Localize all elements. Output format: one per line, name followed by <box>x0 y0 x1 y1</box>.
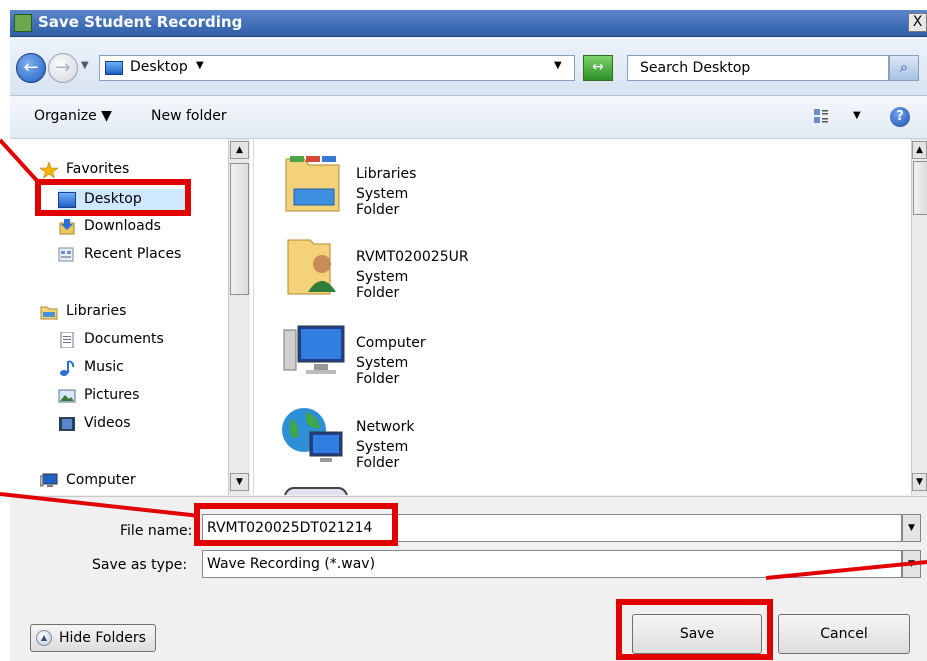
item-name: RVMT020025UR <box>356 249 469 265</box>
nav-item-label: Computer <box>66 472 136 488</box>
nav-item-label: Recent Places <box>84 246 182 262</box>
history-dropdown-icon[interactable]: ▼ <box>81 60 89 71</box>
views-dropdown-icon[interactable]: ▼ <box>853 110 861 121</box>
save-type-select[interactable]: Wave Recording (*.wav) <box>202 550 902 578</box>
scrollbar-thumb[interactable] <box>913 161 927 215</box>
views-icon[interactable] <box>813 108 829 124</box>
app-icon <box>14 14 32 32</box>
search-icon[interactable]: ⌕ <box>889 55 919 81</box>
libraries-icon <box>40 306 58 320</box>
save-type-dropdown-icon[interactable]: ▼ <box>902 550 921 578</box>
item-type: System Folder <box>356 355 409 387</box>
file-name-dropdown-icon[interactable]: ▼ <box>902 514 921 542</box>
forward-button[interactable]: → <box>48 53 78 83</box>
nav-item-label: Libraries <box>66 303 127 319</box>
nav-item-label: Documents <box>84 331 164 347</box>
item-name: Computer <box>356 335 426 351</box>
file-name-label: File name: <box>120 523 193 539</box>
item-name: Network <box>356 419 415 435</box>
computer-icon <box>40 473 58 487</box>
downloads-icon <box>59 219 75 235</box>
address-text: Desktop <box>130 59 188 75</box>
address-dropdown-icon[interactable]: ▼ <box>554 60 562 71</box>
list-item-partial[interactable] <box>284 487 352 495</box>
cancel-button[interactable]: Cancel <box>778 614 910 654</box>
highlight-box-desktop <box>35 179 191 216</box>
address-bar[interactable]: Desktop ▼ ▼ <box>99 55 575 81</box>
user-folder-icon <box>287 239 336 295</box>
scroll-down-button[interactable]: ▼ <box>912 473 927 491</box>
help-icon[interactable]: ? <box>890 107 910 127</box>
libraries-folder-icon <box>285 156 340 212</box>
scroll-up-button[interactable]: ▲ <box>912 141 927 159</box>
desktop-icon <box>105 61 123 75</box>
search-input[interactable]: Search Desktop <box>627 55 889 81</box>
documents-icon <box>60 332 74 348</box>
music-icon <box>60 360 75 376</box>
new-folder-button[interactable]: New folder <box>151 108 227 124</box>
network-icon <box>282 408 343 462</box>
device-icon <box>284 487 348 495</box>
highlight-box-file-name <box>194 503 398 546</box>
nav-item-label: Favorites <box>66 161 130 177</box>
hide-folders-label: Hide Folders <box>59 630 146 646</box>
title-bar: Save Student Recording X <box>10 10 927 37</box>
highlight-box-save <box>616 599 773 660</box>
close-button[interactable]: X <box>908 13 927 32</box>
scroll-up-button[interactable]: ▲ <box>230 141 249 159</box>
item-type: System Folder <box>356 439 409 471</box>
item-type: System Folder <box>356 186 409 218</box>
window-title: Save Student Recording <box>38 13 243 31</box>
computer-icon <box>283 325 345 374</box>
toolbar <box>10 96 927 139</box>
file-list: Libraries System Folder RVMT020025UR Sys… <box>254 139 911 495</box>
file-list-scrollbar[interactable]: ▲ ▼ <box>911 139 927 495</box>
pictures-icon <box>58 389 76 403</box>
recent-places-icon <box>58 247 74 262</box>
hide-folders-button[interactable]: ▲ Hide Folders <box>30 624 156 652</box>
chevron-up-icon: ▲ <box>36 630 52 646</box>
nav-item-label: Pictures <box>84 387 140 403</box>
nav-item-label: Music <box>84 359 124 375</box>
scrollbar-thumb[interactable] <box>230 163 249 295</box>
nav-item-label: Downloads <box>84 218 161 234</box>
star-icon <box>40 162 58 178</box>
item-type: System Folder <box>356 269 409 301</box>
item-name: Libraries <box>356 166 417 182</box>
nav-item-label: Videos <box>84 415 131 431</box>
back-button[interactable]: ← <box>16 53 46 83</box>
refresh-button[interactable]: ↔ <box>583 55 613 81</box>
organize-button[interactable]: Organize ▼ <box>34 108 112 124</box>
breadcrumb-caret-icon[interactable]: ▼ <box>196 60 204 71</box>
scroll-down-button[interactable]: ▼ <box>230 473 249 491</box>
nav-pane-scrollbar[interactable]: ▲ ▼ <box>228 139 250 495</box>
videos-icon <box>59 417 75 431</box>
save-type-label: Save as type: <box>92 557 188 573</box>
